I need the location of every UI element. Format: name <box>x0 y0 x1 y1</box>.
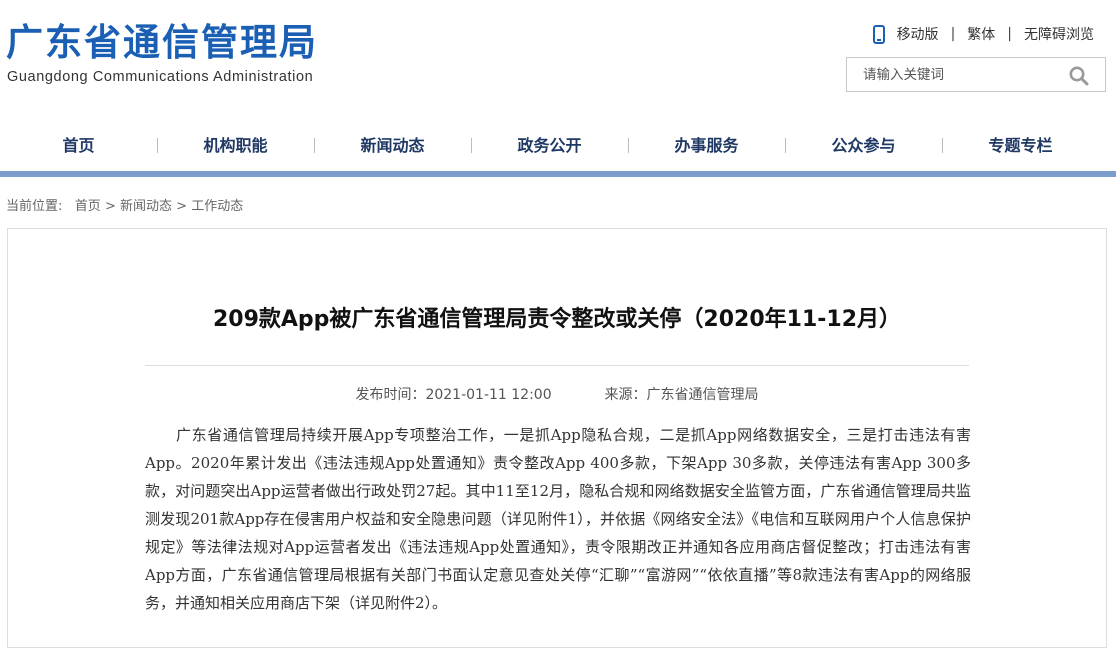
nav-public-participation[interactable]: 公众参与 <box>785 120 942 171</box>
title-divider <box>145 365 969 366</box>
breadcrumb-prefix: 当前位置: <box>6 199 63 214</box>
mobile-phone-icon <box>872 24 885 44</box>
breadcrumb-separator: > <box>104 199 116 214</box>
article-source: 来源：广东省通信管理局 <box>604 387 759 403</box>
nav-home[interactable]: 首页 <box>0 120 157 171</box>
nav-services[interactable]: 办事服务 <box>628 120 785 171</box>
article-title: 209款App被广东省通信管理局责令整改或关停（2020年11-12月） <box>212 307 902 332</box>
site-logo-subtitle: Guangdong Communications Administration <box>7 69 314 85</box>
breadcrumb-item-news[interactable]: 新闻动态 <box>120 199 172 214</box>
publish-time: 发布时间：2021-01-11 12:00 <box>355 387 552 403</box>
breadcrumb-separator: > <box>176 199 188 214</box>
divider: | <box>950 26 956 42</box>
accessible-browse-link[interactable]: 无障碍浏览 <box>1024 24 1094 44</box>
breadcrumb: 当前位置: 首页 > 新闻动态 > 工作动态 <box>6 195 243 214</box>
mobile-version-link[interactable]: 移动版 <box>897 24 939 44</box>
traditional-chinese-link[interactable]: 繁体 <box>967 24 995 44</box>
divider: | <box>1007 26 1012 42</box>
article-meta: 发布时间：2021-01-11 12:00 来源：广东省通信管理局 <box>8 384 1106 404</box>
top-links: 移动版 | 繁体 | 无障碍浏览 <box>872 24 1094 44</box>
search-box <box>846 57 1106 92</box>
main-nav: 首页 机构职能 新闻动态 政务公开 办事服务 公众参与 专题专栏 <box>0 120 1116 171</box>
article-panel: 209款App被广东省通信管理局责令整改或关停（2020年11-12月） 发布时… <box>7 228 1107 648</box>
nav-underline-bar <box>0 171 1116 177</box>
site-header: 广东省通信管理局 Guangdong Communications Admini… <box>0 0 1116 120</box>
nav-functions[interactable]: 机构职能 <box>157 120 314 171</box>
breadcrumb-item-work-news[interactable]: 工作动态 <box>191 199 243 214</box>
site-logo-title[interactable]: 广东省通信管理局 <box>6 20 318 66</box>
nav-gov-affairs[interactable]: 政务公开 <box>471 120 628 171</box>
search-input[interactable] <box>847 58 1057 91</box>
nav-news[interactable]: 新闻动态 <box>314 120 471 171</box>
search-icon[interactable] <box>1069 66 1089 86</box>
breadcrumb-item-home[interactable]: 首页 <box>75 199 101 214</box>
article-body: 广东省通信管理局持续开展App专项整治工作，一是抓App隐私合规，二是抓App网… <box>145 426 971 612</box>
nav-special-topics[interactable]: 专题专栏 <box>942 120 1099 171</box>
